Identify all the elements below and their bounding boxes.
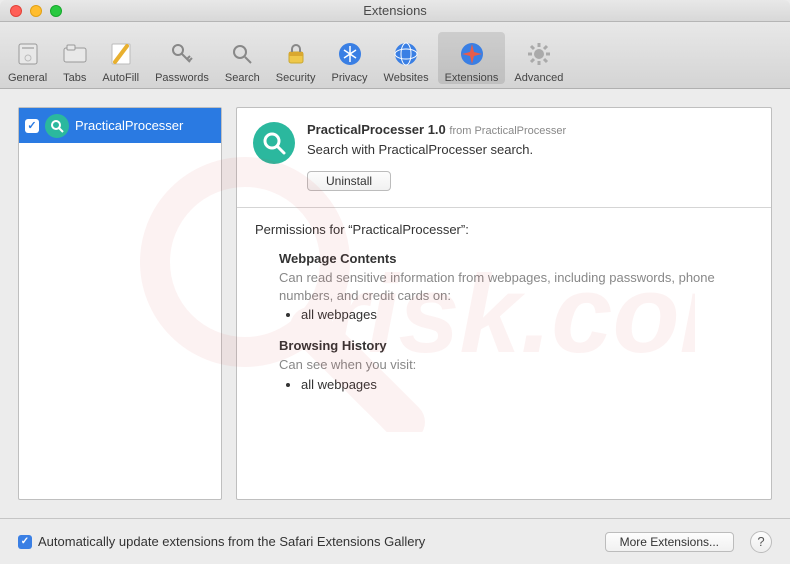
tabs-icon	[59, 38, 91, 70]
window-title: Extensions	[0, 3, 790, 18]
extensions-sidebar: ✓ PracticalProcesser	[18, 107, 222, 500]
auto-update-checkbox[interactable]: ✓	[18, 535, 32, 549]
permission-webpage-head: Webpage Contents	[279, 251, 753, 266]
titlebar: Extensions	[0, 0, 790, 22]
extension-title: PracticalProcesser 1.0	[307, 122, 446, 137]
help-button[interactable]: ?	[750, 531, 772, 553]
permission-history-item: all webpages	[301, 377, 753, 392]
advanced-icon	[523, 38, 555, 70]
toolbar-extensions[interactable]: Extensions	[438, 32, 506, 84]
extension-detail-icon	[253, 122, 295, 164]
search-icon	[226, 38, 258, 70]
extensions-icon	[456, 38, 488, 70]
extension-item-name: PracticalProcesser	[75, 118, 183, 133]
toolbar-search[interactable]: Search	[218, 32, 267, 84]
auto-update-label: Automatically update extensions from the…	[38, 534, 599, 549]
extension-checkbox[interactable]: ✓	[25, 119, 39, 133]
preferences-toolbar: General Tabs AutoFill Passwords Search	[0, 22, 790, 89]
permission-history-head: Browsing History	[279, 338, 753, 353]
extension-detail-pane: PracticalProcesser 1.0 from PracticalPro…	[236, 107, 772, 500]
toolbar-tabs[interactable]: Tabs	[56, 32, 93, 84]
toolbar-websites[interactable]: Websites	[377, 32, 436, 84]
toolbar-security[interactable]: Security	[269, 32, 323, 84]
toolbar-autofill[interactable]: AutoFill	[95, 32, 146, 84]
extension-description: Search with PracticalProcesser search.	[307, 142, 566, 157]
privacy-icon	[334, 38, 366, 70]
security-icon	[280, 38, 312, 70]
general-icon	[12, 38, 44, 70]
extension-item-icon	[45, 114, 69, 138]
sidebar-extension-item[interactable]: ✓ PracticalProcesser	[19, 108, 221, 143]
extension-author: from PracticalProcesser	[449, 125, 566, 137]
permission-webpage-body: Can read sensitive information from webp…	[279, 269, 753, 304]
permission-history-body: Can see when you visit:	[279, 356, 753, 374]
toolbar-privacy[interactable]: Privacy	[324, 32, 374, 84]
toolbar-advanced[interactable]: Advanced	[507, 32, 570, 84]
more-extensions-button[interactable]: More Extensions...	[605, 532, 734, 552]
uninstall-button[interactable]: Uninstall	[307, 171, 391, 191]
permissions-heading: Permissions for “PracticalProcesser”:	[255, 222, 753, 237]
autofill-icon	[105, 38, 137, 70]
toolbar-general[interactable]: General	[1, 32, 54, 84]
passwords-icon	[166, 38, 198, 70]
footer: ✓ Automatically update extensions from t…	[0, 518, 790, 564]
websites-icon	[390, 38, 422, 70]
toolbar-passwords[interactable]: Passwords	[148, 32, 216, 84]
permission-webpage-item: all webpages	[301, 307, 753, 322]
